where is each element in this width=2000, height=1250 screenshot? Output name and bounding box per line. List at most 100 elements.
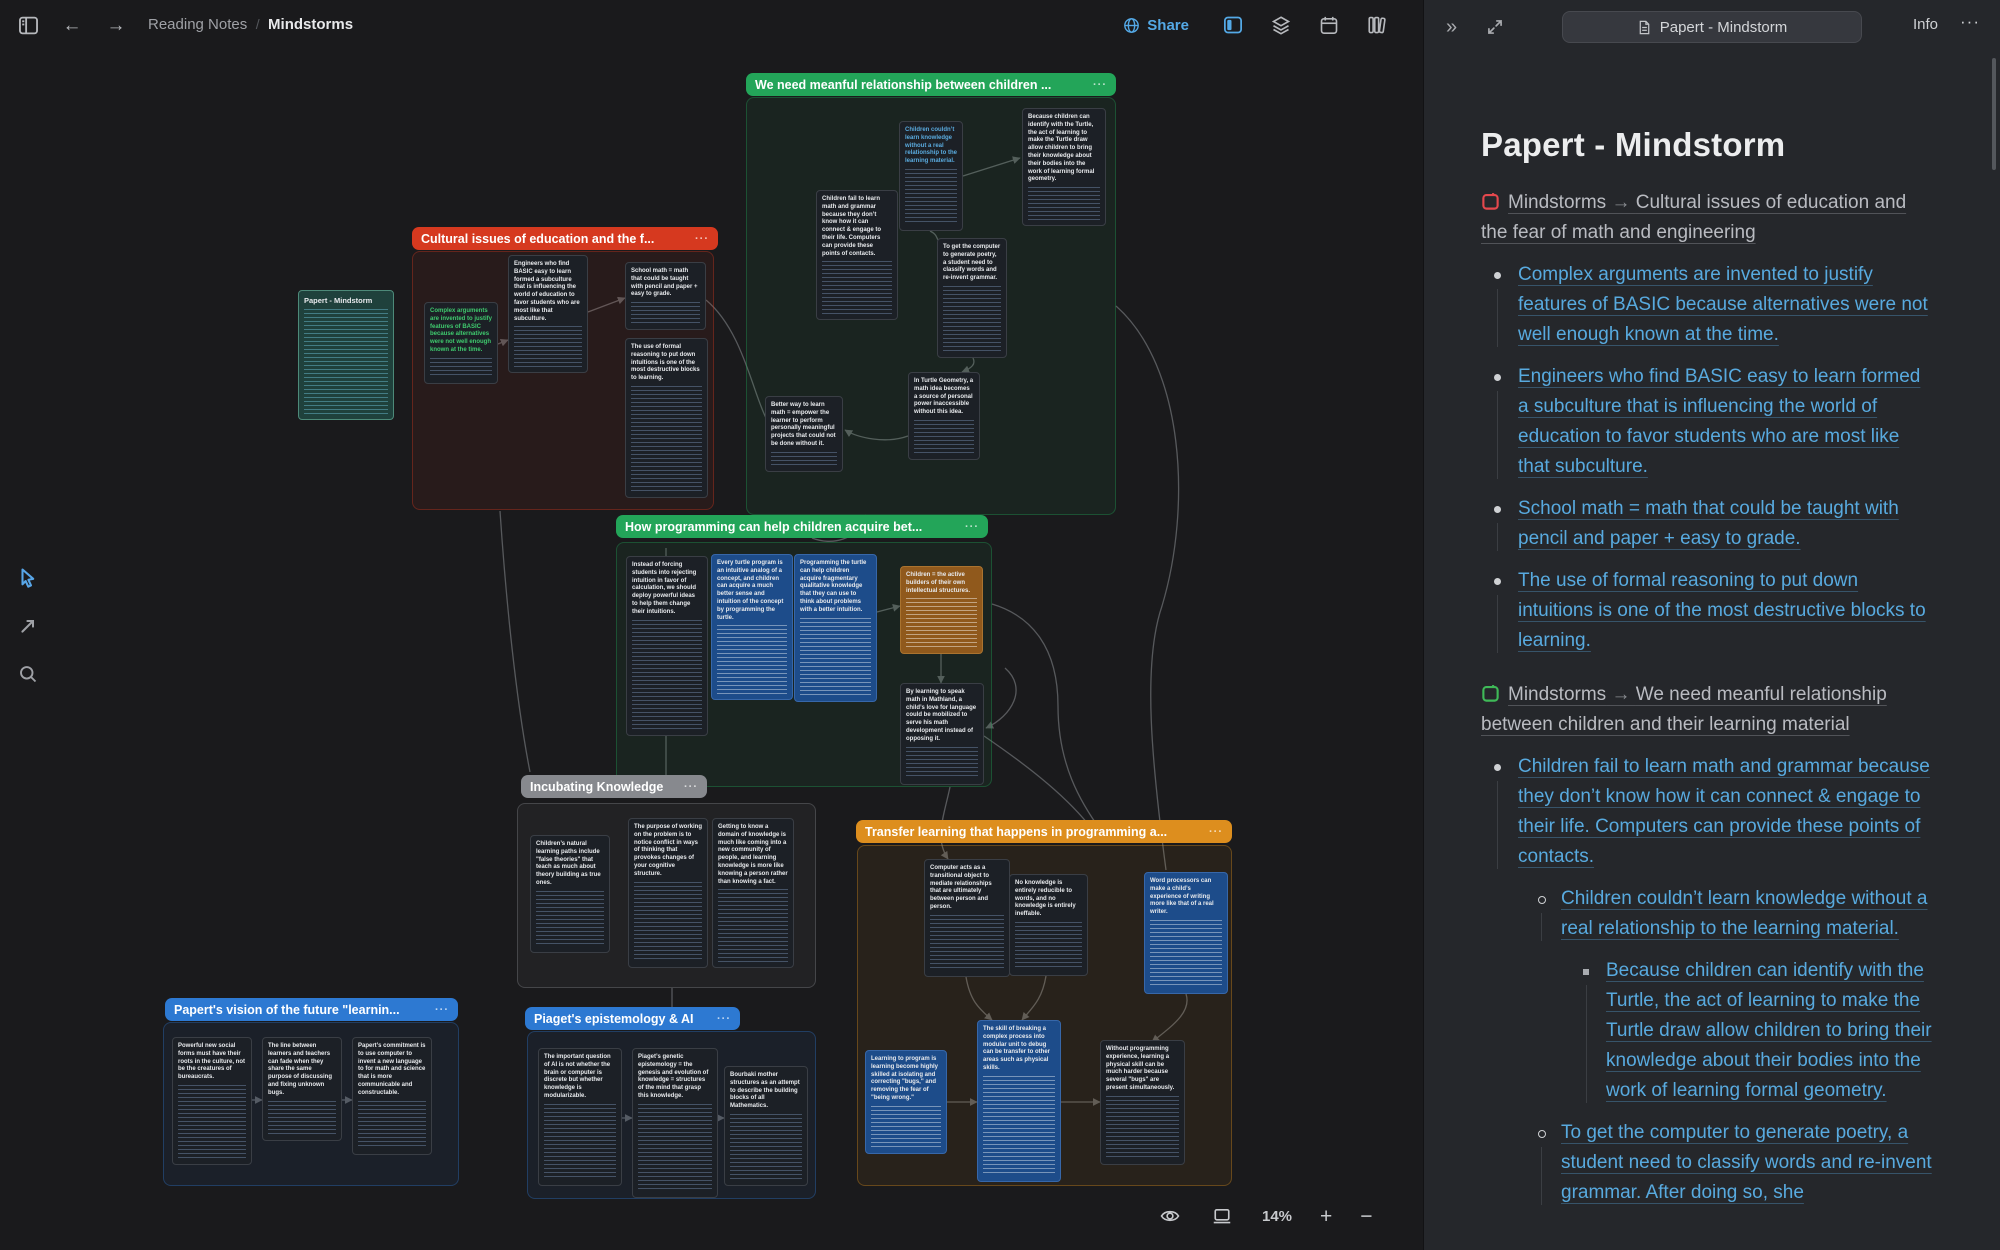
mini-card-text-lines xyxy=(906,747,978,779)
mini-card[interactable]: The purpose of working on the problem is… xyxy=(628,818,708,968)
group-title-how-programming-can-help[interactable]: How programming can help children acquir… xyxy=(616,515,988,538)
calendar-icon[interactable] xyxy=(1317,13,1341,37)
bullet-link-text[interactable]: The use of formal reasoning to put down … xyxy=(1518,570,1926,651)
library-books-icon[interactable] xyxy=(1365,13,1389,37)
group-menu-icon[interactable]: ··· xyxy=(1209,826,1223,838)
mini-card[interactable]: The line between learners and teachers c… xyxy=(262,1037,342,1141)
mini-card-title: Engineers who find BASIC easy to learn f… xyxy=(514,261,582,323)
mini-card-title: Papert’s commitment is to use computer t… xyxy=(358,1043,426,1098)
presentation-icon[interactable] xyxy=(1210,1204,1234,1228)
eye-icon[interactable] xyxy=(1158,1204,1182,1228)
mini-card[interactable]: Programming the turtle can help children… xyxy=(794,554,877,702)
select-tool-icon[interactable] xyxy=(16,566,40,590)
mini-card[interactable]: School math = math that could be taught … xyxy=(625,262,706,330)
share-button[interactable]: Share xyxy=(1123,17,1189,34)
mini-card-text-lines xyxy=(730,1114,802,1180)
collapse-panel-icon[interactable]: » xyxy=(1446,17,1457,37)
back-button[interactable]: ← xyxy=(60,13,84,37)
mini-card[interactable]: Children fail to learn math and grammar … xyxy=(816,190,898,320)
mini-card-title: School math = math that could be taught … xyxy=(631,268,700,299)
mini-card[interactable]: Children’s natural learning paths includ… xyxy=(530,835,610,953)
group-menu-icon[interactable]: ··· xyxy=(1093,79,1107,91)
forward-button[interactable]: → xyxy=(104,13,128,37)
mini-card-text-lines xyxy=(638,1104,712,1192)
mini-card[interactable]: In Turtle Geometry, a math idea becomes … xyxy=(908,372,980,460)
mini-card[interactable]: Engineers who find BASIC easy to learn f… xyxy=(508,255,588,373)
bullet-link-text[interactable]: Children couldn’t learn knowledge withou… xyxy=(1561,888,1928,939)
panel-more-icon[interactable]: ··· xyxy=(1960,12,1980,32)
group-title-cultural-issues-of-education[interactable]: Cultural issues of education and the f..… xyxy=(412,227,718,250)
search-icon[interactable] xyxy=(16,662,40,686)
bullet-link-text[interactable]: To get the computer to generate poetry, … xyxy=(1561,1122,1932,1203)
mini-card-text-lines xyxy=(943,286,1001,352)
group-title-label: How programming can help children acquir… xyxy=(625,520,922,534)
indent-guide xyxy=(1541,1147,1542,1205)
mini-card[interactable]: Instead of forcing students into rejecti… xyxy=(626,556,708,736)
group-menu-icon[interactable]: ··· xyxy=(695,233,709,245)
mini-card[interactable]: Powerful new social forms must have thei… xyxy=(172,1037,252,1165)
zoom-level[interactable]: 14% xyxy=(1262,1208,1292,1225)
whiteboard-canvas[interactable]: We need meanful relationship between chi… xyxy=(0,0,1423,1250)
mini-card[interactable]: The skill of breaking a complex process … xyxy=(977,1020,1061,1182)
mini-card[interactable]: Bourbaki mother structures as an attempt… xyxy=(724,1066,808,1186)
mini-card[interactable]: Children = the active builders of their … xyxy=(900,566,983,654)
mini-card-text-lines xyxy=(718,889,788,962)
mini-card[interactable]: Piaget’s genetic epistemology = the gene… xyxy=(632,1048,718,1198)
document-body: Papert - Mindstorm Mindstorms → Cultural… xyxy=(1481,0,1933,1208)
mini-card-text-lines xyxy=(914,420,974,454)
breadcrumb-page[interactable]: Mindstorms xyxy=(268,16,353,33)
mini-card-title: Every turtle program is an intuitive ana… xyxy=(717,560,787,622)
bullet-link-text[interactable]: School math = math that could be taught … xyxy=(1518,498,1899,549)
mini-card-title: Children fail to learn math and grammar … xyxy=(822,196,892,258)
mini-card[interactable]: Complex arguments are invented to justif… xyxy=(424,302,498,384)
bullet-marker xyxy=(1494,506,1501,513)
group-menu-icon[interactable]: ··· xyxy=(965,521,979,533)
panel-scrollbar[interactable] xyxy=(1992,58,1996,170)
card-papert-mindstorm[interactable]: Papert - Mindstorm xyxy=(298,290,394,420)
mini-card[interactable]: Every turtle program is an intuitive ana… xyxy=(711,554,793,700)
mini-card[interactable]: Computer acts as a transitional object t… xyxy=(924,859,1010,977)
canvas-toolbar: Share xyxy=(1123,13,1389,37)
group-title-we-need-meaningful-relationship[interactable]: We need meanful relationship between chi… xyxy=(746,73,1116,96)
mini-card[interactable]: Word processors can make a child’s exper… xyxy=(1144,872,1228,994)
mini-card[interactable]: The important question of AI is not whet… xyxy=(538,1048,622,1186)
mini-card-text-lines xyxy=(430,358,492,378)
group-menu-icon[interactable]: ··· xyxy=(684,781,698,793)
mini-card[interactable]: Because children can identify with the T… xyxy=(1022,108,1106,226)
bullet-link-text[interactable]: Children fail to learn math and grammar … xyxy=(1518,756,1930,867)
mini-card[interactable]: Children couldn’t learn knowledge withou… xyxy=(899,121,963,231)
group-title-paperts-vision[interactable]: Papert's vision of the future "learnin..… xyxy=(165,998,458,1021)
breadcrumb-section[interactable]: Reading Notes xyxy=(148,16,247,33)
mini-card-text-lines xyxy=(871,1106,941,1148)
mini-card[interactable]: The use of formal reasoning to put down … xyxy=(625,338,708,498)
bullet-link-text[interactable]: Engineers who find BASIC easy to learn f… xyxy=(1518,366,1920,477)
section-card-link[interactable]: Mindstorms → We need meanful relationshi… xyxy=(1481,680,1933,740)
bullet-link-text[interactable]: Because children can identify with the T… xyxy=(1606,960,1932,1101)
mini-card-text-lines xyxy=(358,1101,426,1149)
mini-card[interactable]: By learning to speak math in Mathland, a… xyxy=(900,683,984,785)
mini-card-title: Children = the active builders of their … xyxy=(906,572,977,595)
mini-card[interactable]: To get the computer to generate poetry, … xyxy=(937,238,1007,358)
sidebar-toggle-icon[interactable] xyxy=(16,13,40,37)
bullet-link-text[interactable]: Complex arguments are invented to justif… xyxy=(1518,264,1928,345)
zoom-in-button[interactable]: + xyxy=(1320,1206,1332,1227)
mini-card[interactable]: Getting to know a domain of knowledge is… xyxy=(712,818,794,968)
right-panel-toggle-icon[interactable] xyxy=(1221,13,1245,37)
mini-card[interactable]: Learning to program is learning become h… xyxy=(865,1050,947,1154)
mini-card[interactable]: Better way to learn math = empower the l… xyxy=(765,396,843,472)
whiteboards-layers-icon[interactable] xyxy=(1269,13,1293,37)
group-title-incubating-knowledge[interactable]: Incubating Knowledge··· xyxy=(521,775,707,798)
connector-tool-icon[interactable] xyxy=(16,614,40,638)
zoom-out-button[interactable]: − xyxy=(1360,1206,1372,1227)
group-menu-icon[interactable]: ··· xyxy=(717,1013,731,1025)
mini-card-text-lines xyxy=(544,1104,616,1180)
mini-card[interactable]: Without programming experience, learning… xyxy=(1100,1040,1185,1165)
section-card-link[interactable]: Mindstorms → Cultural issues of educatio… xyxy=(1481,188,1933,248)
mini-card[interactable]: No knowledge is entirely reducible to wo… xyxy=(1009,874,1088,976)
group-title-transfer-learning[interactable]: Transfer learning that happens in progra… xyxy=(856,820,1232,843)
group-title-piagets-epistemology[interactable]: Piaget's epistemology & AI··· xyxy=(525,1007,740,1030)
group-menu-icon[interactable]: ··· xyxy=(435,1004,449,1016)
mini-card[interactable]: Papert’s commitment is to use computer t… xyxy=(352,1037,432,1155)
mini-card-title: Because children can identify with the T… xyxy=(1028,114,1100,184)
right-panel: » Papert - Mindstorm Info ··· Papert - M… xyxy=(1423,0,2000,1250)
